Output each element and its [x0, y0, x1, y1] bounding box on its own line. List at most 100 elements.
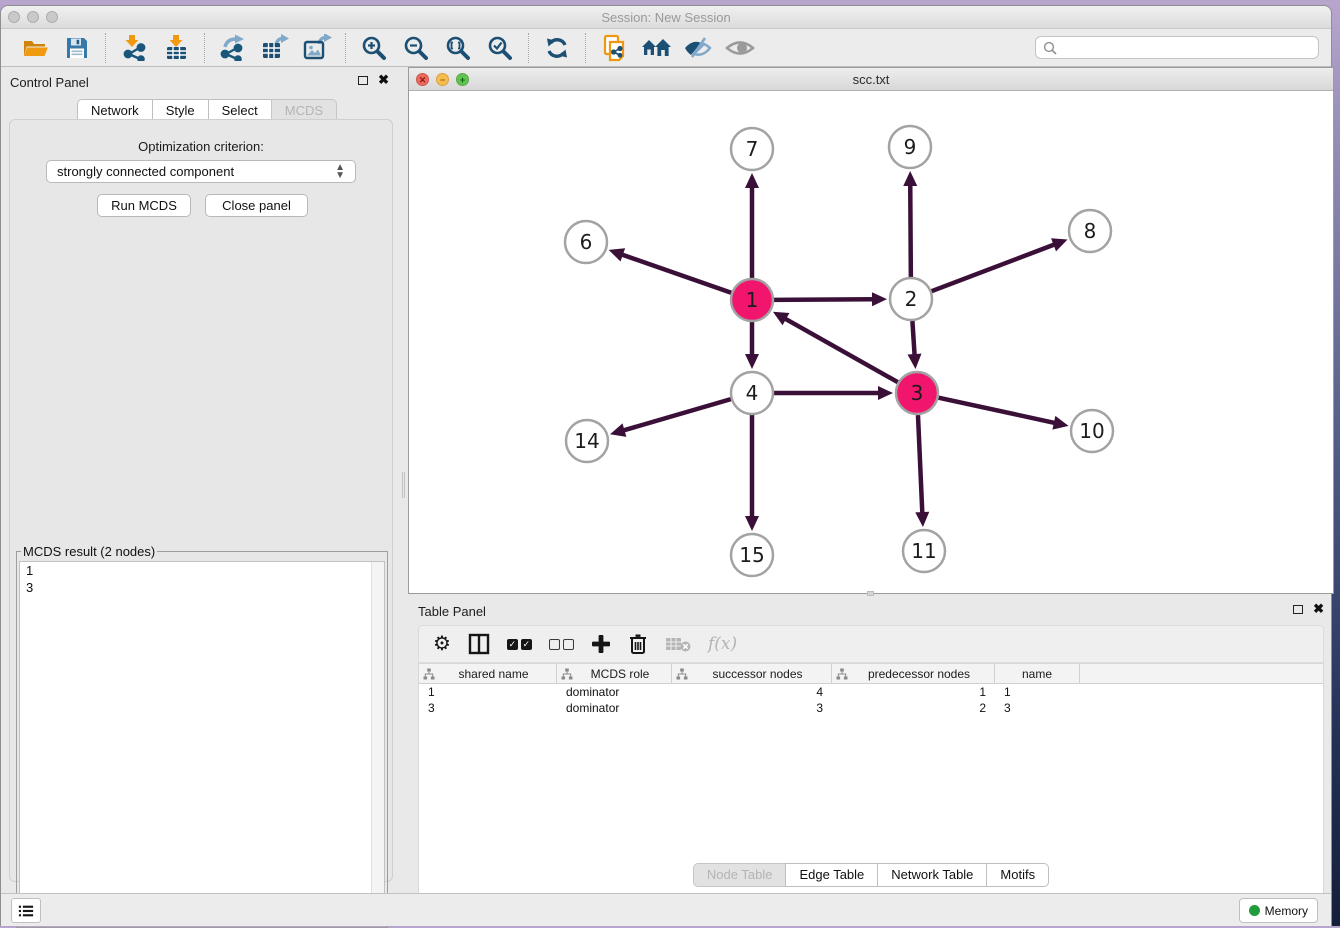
- criterion-select[interactable]: strongly connected component ▲▼: [46, 160, 356, 183]
- close-panel-button[interactable]: Close panel: [205, 194, 308, 217]
- graph-edge-2-8[interactable]: [932, 244, 1056, 291]
- tab-motifs[interactable]: Motifs: [986, 863, 1049, 887]
- open-session-button[interactable]: [20, 33, 50, 63]
- mcds-result-line: 3: [20, 579, 384, 596]
- close-panel-icon[interactable]: ✖: [378, 75, 389, 85]
- table-cell: 3: [995, 700, 1080, 716]
- mcds-result-line: 1: [20, 562, 384, 579]
- graph-arrowhead: [609, 248, 625, 261]
- column-header-predecessor-nodes[interactable]: predecessor nodes: [832, 664, 995, 683]
- graph-edge-2-3[interactable]: [912, 321, 914, 356]
- table-body: 1dominator4113dominator323: [419, 684, 1323, 716]
- control-panel: Control Panel ✖ NetworkStyleSelectMCDS O…: [1, 67, 401, 893]
- zoom-selected-icon: [487, 35, 513, 61]
- memory-status-icon: [1249, 905, 1260, 916]
- select-all-columns-button[interactable]: ✓ ✓: [507, 631, 532, 657]
- table-panel: Table Panel ✖ ⚙ ✓ ✓: [408, 597, 1334, 893]
- network-canvas[interactable]: 7968124314101511: [409, 91, 1333, 593]
- add-column-button[interactable]: [591, 631, 611, 657]
- network-window-titlebar: ✕ − + scc.txt: [409, 68, 1333, 91]
- float-panel-icon[interactable]: [358, 76, 368, 85]
- graph-edge-3-10[interactable]: [938, 398, 1055, 423]
- delete-column-button[interactable]: [628, 631, 648, 657]
- export-network-button[interactable]: [218, 33, 248, 63]
- mcds-result-list[interactable]: 13: [19, 561, 385, 925]
- graph-node-label: 10: [1079, 419, 1104, 443]
- export-image-icon: [302, 34, 332, 61]
- graph-arrowhead: [908, 354, 922, 369]
- graph-node-label: 3: [911, 381, 924, 405]
- save-session-button[interactable]: [62, 33, 92, 63]
- table-settings-button[interactable]: ⚙: [433, 631, 451, 657]
- table-header-row: shared nameMCDS rolesuccessor nodesprede…: [419, 664, 1323, 684]
- panel-splitter[interactable]: [401, 67, 407, 893]
- eye-slash-icon: [683, 35, 713, 61]
- graph-edge-1-2[interactable]: [774, 299, 874, 300]
- table-cell: 2: [832, 700, 995, 716]
- task-history-button[interactable]: [11, 898, 41, 923]
- table-row[interactable]: 3dominator323: [419, 700, 1323, 716]
- delete-table-button[interactable]: [665, 631, 691, 657]
- search-input[interactable]: [1057, 40, 1311, 56]
- result-scrollbar[interactable]: [371, 562, 384, 924]
- tree-icon: [836, 668, 848, 680]
- import-network-icon: [121, 34, 148, 61]
- tab-edge-table[interactable]: Edge Table: [785, 863, 878, 887]
- search-area: [1035, 36, 1319, 59]
- deselect-all-columns-button[interactable]: [549, 631, 574, 657]
- optimization-criterion-label: Optimization criterion:: [10, 139, 392, 154]
- network-view-window: ✕ − + scc.txt 7968124314101511: [408, 67, 1334, 594]
- split-panel-button[interactable]: [468, 631, 490, 657]
- function-builder-button[interactable]: f(x): [708, 631, 737, 657]
- refresh-button[interactable]: [542, 33, 572, 63]
- run-mcds-button[interactable]: Run MCDS: [97, 194, 191, 217]
- import-table-icon: [163, 34, 190, 61]
- tree-icon: [423, 668, 435, 680]
- refresh-icon: [544, 35, 570, 61]
- graph-edge-3-1[interactable]: [784, 318, 898, 382]
- zoom-selected-button[interactable]: [485, 33, 515, 63]
- graph-edge-3-11[interactable]: [918, 415, 922, 514]
- function-icon: f(x): [708, 634, 737, 654]
- export-table-button[interactable]: [260, 33, 290, 63]
- split-panel-icon: [468, 633, 490, 655]
- mcds-result-lines: 13: [20, 562, 384, 596]
- graph-arrowhead: [872, 292, 887, 306]
- tab-network-table[interactable]: Network Table: [877, 863, 987, 887]
- zoom-out-button[interactable]: [401, 33, 431, 63]
- close-table-panel-icon[interactable]: ✖: [1313, 604, 1324, 614]
- control-panel-title: Control Panel: [10, 75, 89, 90]
- status-bar: Memory: [1, 893, 1331, 926]
- main-titlebar: Session: New Session: [1, 6, 1331, 29]
- hide-eye-button[interactable]: [683, 33, 713, 63]
- memory-button[interactable]: Memory: [1239, 898, 1318, 923]
- graph-edge-2-9[interactable]: [910, 184, 911, 277]
- zoom-in-button[interactable]: [359, 33, 389, 63]
- import-network-button[interactable]: [119, 33, 149, 63]
- save-disk-icon: [64, 35, 90, 61]
- zoom-fit-button[interactable]: [443, 33, 473, 63]
- column-header-name[interactable]: name: [995, 664, 1080, 683]
- column-header-successor-nodes[interactable]: successor nodes: [672, 664, 832, 683]
- graph-arrowhead: [745, 354, 759, 369]
- table-row[interactable]: 1dominator411: [419, 684, 1323, 700]
- float-table-panel-icon[interactable]: [1293, 605, 1303, 614]
- column-header-MCDS-role[interactable]: MCDS role: [557, 664, 672, 683]
- tab-node-table[interactable]: Node Table: [693, 863, 787, 887]
- column-header-shared-name[interactable]: shared name: [419, 664, 557, 683]
- tree-icon: [561, 668, 573, 680]
- horizontal-splitter-grip[interactable]: [867, 591, 874, 596]
- criterion-value: strongly connected component: [57, 164, 335, 179]
- graph-edge-1-6[interactable]: [621, 254, 731, 293]
- duplicate-network-button[interactable]: [599, 33, 629, 63]
- search-field[interactable]: [1035, 36, 1319, 59]
- zoom-fit-icon: [445, 35, 471, 61]
- houses-button[interactable]: [641, 33, 671, 63]
- mcds-result-fieldset: MCDS result (2 nodes) 13: [16, 544, 388, 928]
- import-table-button[interactable]: [161, 33, 191, 63]
- export-image-button[interactable]: [302, 33, 332, 63]
- mcds-result-title: MCDS result (2 nodes): [21, 544, 157, 559]
- mcds-panel: Optimization criterion: strongly connect…: [9, 119, 393, 882]
- graph-edge-4-14[interactable]: [623, 399, 731, 431]
- show-eye-button[interactable]: [725, 33, 755, 63]
